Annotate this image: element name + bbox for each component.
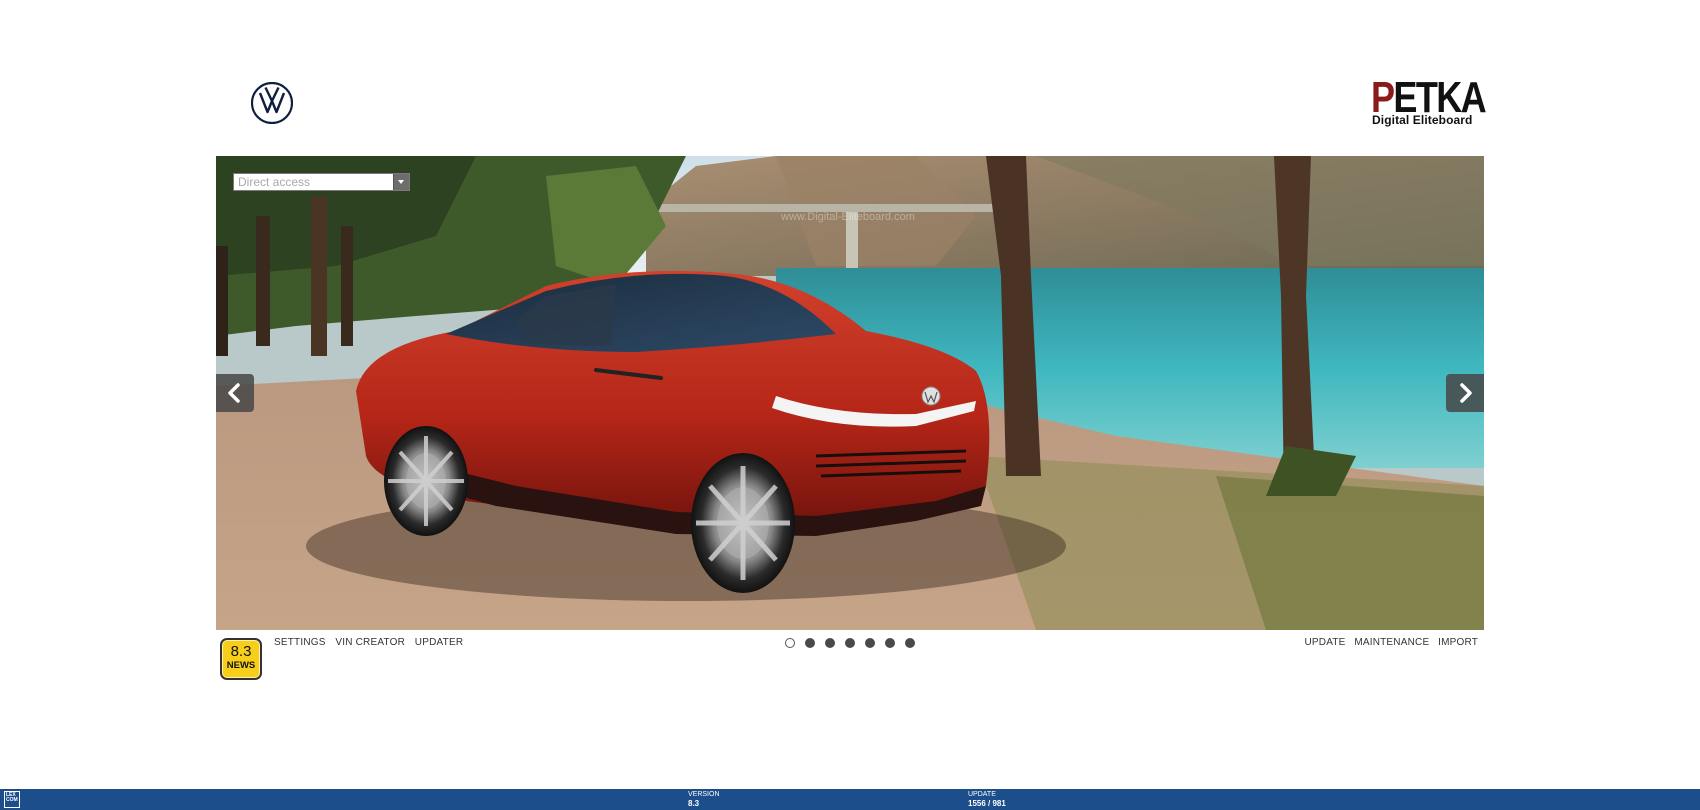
carousel-dot[interactable]: [905, 638, 915, 648]
chevron-left-icon: [228, 383, 240, 403]
update-value: 1556 / 981: [968, 799, 1006, 808]
carousel-dot[interactable]: [845, 638, 855, 648]
lexcom-logo: LEX COM: [4, 791, 20, 808]
carousel-prev-button[interactable]: [216, 374, 254, 412]
carousel-next-button[interactable]: [1446, 374, 1484, 412]
chevron-right-icon: [1460, 383, 1472, 403]
import-link[interactable]: IMPORT: [1438, 637, 1478, 648]
carousel-dot[interactable]: [885, 638, 895, 648]
vin-creator-link[interactable]: VIN CREATOR: [335, 637, 405, 648]
news-label: NEWS: [226, 660, 256, 671]
version-label: VERSION: [688, 791, 720, 798]
petka-logo: PETKA Digital Eliteboard: [1371, 76, 1487, 128]
hero-image: www.Digital-Eliteboard.com: [216, 156, 1484, 630]
right-menu: UPDATE MAINTENANCE IMPORT: [1299, 637, 1478, 648]
news-version: 8.3: [230, 643, 252, 660]
update-label: UPDATE: [968, 791, 996, 798]
update-link[interactable]: UPDATE: [1305, 637, 1346, 648]
carousel-dot[interactable]: [865, 638, 875, 648]
petka-subtitle: Digital Eliteboard: [1372, 113, 1473, 127]
hero-banner: www.Digital-Eliteboard.com: [216, 156, 1484, 630]
status-update: UPDATE 1556 / 981: [968, 791, 1006, 809]
settings-link[interactable]: SETTINGS: [274, 637, 326, 648]
version-value: 8.3: [688, 799, 700, 808]
carousel-dot[interactable]: [825, 638, 835, 648]
direct-access-input[interactable]: [234, 174, 392, 190]
start-screen: PETKA Digital Eliteboard www.Digital-Eli…: [0, 0, 1700, 810]
news-button[interactable]: 8.3 NEWS: [220, 638, 262, 680]
maintenance-link[interactable]: MAINTENANCE: [1354, 637, 1429, 648]
direct-access-combobox[interactable]: [233, 173, 410, 191]
status-version: VERSION 8.3: [688, 791, 720, 809]
left-menu: SETTINGS VIN CREATOR UPDATER: [274, 637, 470, 648]
carousel-dot[interactable]: [785, 638, 795, 648]
chevron-down-icon[interactable]: [393, 174, 409, 190]
vw-logo: [250, 81, 294, 125]
status-bar: LEX COM VERSION 8.3 UPDATE 1556 / 981: [0, 789, 1700, 810]
carousel-dot[interactable]: [805, 638, 815, 648]
svg-text:www.Digital-Eliteboard.com: www.Digital-Eliteboard.com: [780, 211, 915, 223]
updater-link[interactable]: UPDATER: [415, 637, 463, 648]
